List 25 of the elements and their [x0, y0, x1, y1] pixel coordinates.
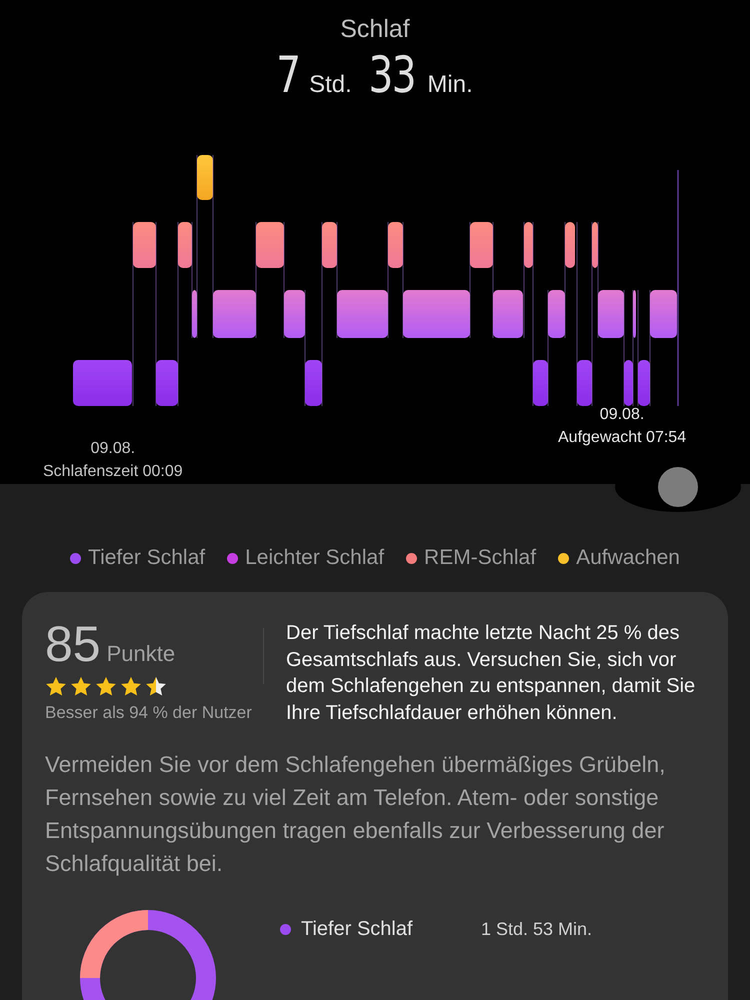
legend-label: Tiefer Schlaf — [88, 546, 206, 570]
comparison-text: Besser als 94 % der Nutzer — [45, 702, 253, 724]
start-date: 09.08. — [90, 439, 136, 459]
score-unit: Punkte — [106, 641, 176, 667]
screen-title: Schlaf — [340, 15, 410, 44]
advice-text: Vermeiden Sie vor dem Schlafengehen übermäßiges Grübeln, Fernsehen sowie zu viel Zeit am Telefon. Atem- oder sonstige Entspannungsübungen tragen ebenfalls zur Verbesserung der Schlafqualität bei. — [45, 751, 666, 878]
bedtime: Schlafenszeit 00:09 — [43, 462, 183, 482]
star-icon — [95, 676, 117, 697]
duration-unit: Min. — [427, 71, 473, 99]
legend-label: Leichter Schlaf — [245, 546, 384, 570]
duration-unit: Std. — [309, 71, 352, 99]
stage-duration: 1 Std. 53 Min. — [481, 919, 592, 940]
star-icon — [70, 676, 92, 697]
stage-label: Tiefer Schlaf — [301, 918, 414, 941]
star-icon — [45, 676, 67, 697]
star-icon — [145, 676, 167, 697]
legend-label: Aufwachen — [576, 546, 680, 570]
score-value: 85 — [45, 618, 101, 670]
duration-value: 33 — [368, 46, 415, 104]
legend-label: REM-Schlaf — [424, 546, 536, 570]
star-icon — [120, 676, 142, 697]
duration-value: 7 — [276, 46, 300, 104]
end-date: 09.08. — [600, 405, 644, 425]
wake-time: Aufgewacht 07:54 — [558, 428, 686, 448]
insight-text: Der Tiefschlaf machte letzte Nacht 25 % des Gesamtschlafs aus. Versuchen Sie, sich vor dem Schlafengehen zu entspannen, damit Sie Ihre Tiefschlafdauer erhöhen können. — [286, 621, 696, 726]
